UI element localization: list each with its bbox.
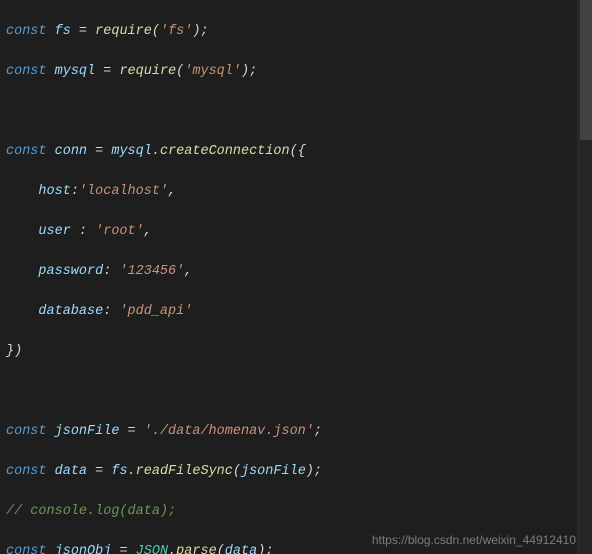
code-line: password: '123456', [6, 262, 586, 282]
code-line: // console.log(data); [6, 502, 586, 522]
code-line: const mysql = require('mysql'); [6, 62, 586, 82]
code-line: const fs = require('fs'); [6, 22, 586, 42]
code-line [6, 102, 586, 122]
code-line [6, 382, 586, 402]
code-line: user : 'root', [6, 222, 586, 242]
scrollbar[interactable] [580, 0, 592, 554]
code-editor[interactable]: const fs = require('fs'); const mysql = … [0, 0, 592, 554]
scroll-thumb[interactable] [580, 0, 592, 140]
code-line: const data = fs.readFileSync(jsonFile); [6, 462, 586, 482]
code-line: const jsonFile = './data/homenav.json'; [6, 422, 586, 442]
watermark-text: https://blog.csdn.net/weixin_44912410 [372, 530, 576, 550]
code-line: }) [6, 342, 586, 362]
code-line: database: 'pdd_api' [6, 302, 586, 322]
code-line: host:'localhost', [6, 182, 586, 202]
code-line: const conn = mysql.createConnection({ [6, 142, 586, 162]
